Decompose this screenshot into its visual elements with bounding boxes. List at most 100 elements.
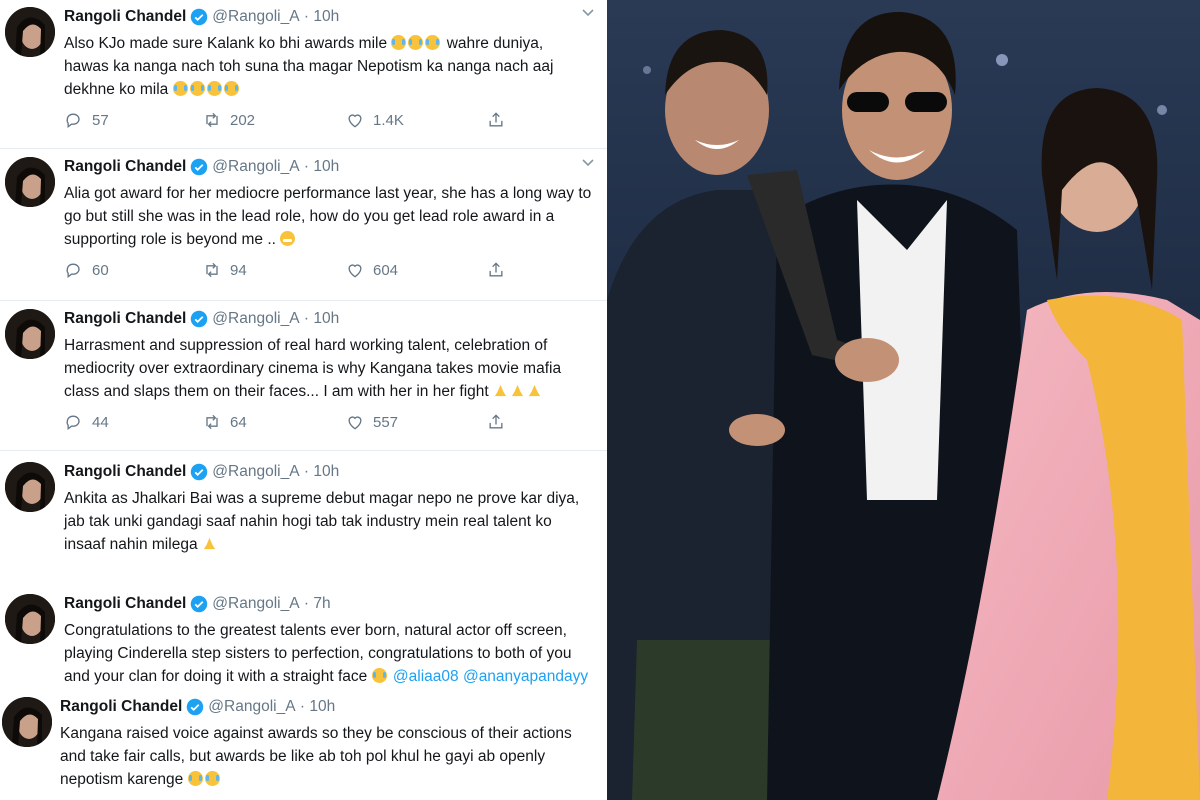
share-button[interactable]: [486, 110, 506, 130]
avatar[interactable]: [5, 462, 55, 512]
tweet-line: Congratulations to the greatest talents …: [64, 622, 567, 639]
author-handle[interactable]: @Rangoli_A: [208, 698, 295, 716]
like-count: 557: [373, 413, 399, 431]
reply-count: 44: [92, 413, 109, 431]
tweet-time[interactable]: 10h: [313, 463, 339, 481]
tweet-line: Ankita as Jhalkari Bai was a supreme deb…: [64, 490, 580, 507]
avatar[interactable]: [2, 697, 52, 747]
retweet-icon: [206, 112, 218, 128]
verified-badge-icon: [190, 158, 208, 176]
tweet-header: Rangoli Chandel @Rangoli_A · 10h: [64, 463, 339, 481]
tweet-time[interactable]: 7h: [313, 595, 330, 613]
tweet-line: dekhne ko mila: [64, 81, 169, 98]
like-count: 1.4K: [373, 111, 404, 129]
share-button[interactable]: [486, 412, 506, 432]
retweet-button[interactable]: 94: [202, 260, 247, 280]
event-photo: [607, 0, 1200, 800]
author-name[interactable]: Rangoli Chandel: [64, 158, 186, 176]
share-icon: [489, 262, 503, 277]
share-button[interactable]: [486, 260, 506, 280]
reply-button[interactable]: 57: [64, 110, 109, 130]
crying-laughing-emoji: [204, 771, 220, 786]
tweet-4[interactable]: Rangoli Chandel @Rangoli_A · 10h Ankita …: [0, 455, 607, 585]
tweet-line: Harrasment and suppression of real hard …: [64, 337, 548, 354]
tweet-line: wahre duniya,: [446, 35, 544, 52]
like-button[interactable]: 604: [345, 260, 398, 280]
retweet-count: 202: [230, 111, 256, 129]
chevron-down-icon[interactable]: [581, 156, 595, 170]
tweet-2[interactable]: Rangoli Chandel @Rangoli_A · 10h Alia go…: [0, 150, 607, 301]
reply-count: 57: [92, 111, 109, 129]
tweet-text: Alia got award for her mediocre performa…: [64, 182, 594, 251]
author-name[interactable]: Rangoli Chandel: [64, 8, 186, 26]
tweet-line: Alia got award for her mediocre performa…: [64, 185, 592, 202]
tweet-text: Kangana raised voice against awards so t…: [60, 722, 590, 791]
separator-dot: ·: [299, 310, 314, 327]
verified-badge-icon: [190, 310, 208, 328]
reply-button[interactable]: 44: [64, 412, 109, 432]
reply-icon: [66, 263, 80, 278]
tweet-time[interactable]: 10h: [313, 158, 339, 176]
mention-link[interactable]: @ananyapandayy: [463, 668, 588, 685]
share-icon: [489, 112, 503, 127]
folded-hands-emoji: [494, 384, 507, 397]
tweet-line: hawas ka nanga nach toh suna tha magar N…: [64, 58, 554, 75]
verified-badge-icon: [190, 463, 208, 481]
reply-count: 60: [92, 261, 109, 279]
crying-laughing-emoji: [189, 81, 205, 96]
author-handle[interactable]: @Rangoli_A: [212, 158, 299, 176]
author-handle[interactable]: @Rangoli_A: [212, 8, 299, 26]
tweet-line: supporting role is beyond me ..: [64, 231, 276, 248]
folded-hands-emoji: [511, 384, 524, 397]
tweet-5[interactable]: Rangoli Chandel @Rangoli_A · 7h Congratu…: [0, 587, 607, 687]
retweet-button[interactable]: 202: [202, 110, 255, 130]
author-name[interactable]: Rangoli Chandel: [64, 595, 186, 613]
author-name[interactable]: Rangoli Chandel: [64, 310, 186, 328]
retweet-count: 64: [230, 413, 247, 431]
retweet-button[interactable]: 64: [202, 412, 247, 432]
crying-laughing-emoji: [425, 35, 441, 50]
tweet-line: nepotism karenge: [60, 771, 184, 788]
tweet-time[interactable]: 10h: [309, 698, 335, 716]
retweet-icon: [206, 414, 218, 430]
tweet-header: Rangoli Chandel @Rangoli_A · 7h: [64, 595, 331, 613]
retweet-icon: [206, 262, 218, 278]
separator-dot: ·: [299, 158, 314, 175]
author-name[interactable]: Rangoli Chandel: [60, 698, 182, 716]
tweet-text: Also KJo made sure Kalank ko bhi awards …: [64, 32, 594, 101]
crying-laughing-emoji: [187, 771, 203, 786]
crying-laughing-emoji: [206, 81, 222, 96]
avatar[interactable]: [5, 594, 55, 644]
reply-icon: [66, 113, 80, 128]
separator-dot: ·: [299, 463, 314, 480]
crying-laughing-emoji: [408, 35, 424, 50]
tweet-line: class and slaps them on their faces... I…: [64, 383, 489, 400]
tweet-header: Rangoli Chandel @Rangoli_A · 10h: [60, 698, 335, 716]
chevron-down-icon[interactable]: [581, 6, 595, 20]
mention-link[interactable]: @aliaa08: [393, 668, 459, 685]
author-handle[interactable]: @Rangoli_A: [212, 595, 299, 613]
tweet-6[interactable]: Rangoli Chandel @Rangoli_A · 10h Kangana…: [0, 690, 607, 800]
tweet-time[interactable]: 10h: [313, 310, 339, 328]
separator-dot: ·: [299, 8, 314, 25]
reply-button[interactable]: 60: [64, 260, 109, 280]
separator-dot: ·: [295, 698, 310, 715]
author-handle[interactable]: @Rangoli_A: [212, 310, 299, 328]
like-button[interactable]: 1.4K: [345, 110, 404, 130]
tweet-time[interactable]: 10h: [313, 8, 339, 26]
avatar[interactable]: [5, 309, 55, 359]
tweet-line: and take fair calls, but awards be like …: [60, 748, 546, 765]
crying-laughing-emoji: [391, 35, 407, 50]
like-button[interactable]: 557: [345, 412, 398, 432]
tweet-column: Rangoli Chandel @Rangoli_A · 10h Also KJ…: [0, 0, 607, 800]
tweet-1[interactable]: Rangoli Chandel @Rangoli_A · 10h Also KJ…: [0, 0, 607, 149]
tweet-3[interactable]: Rangoli Chandel @Rangoli_A · 10h Harrasm…: [0, 302, 607, 451]
tweet-line: jab tak unki gandagi saaf nahin hogi tab…: [64, 513, 552, 530]
author-handle[interactable]: @Rangoli_A: [212, 463, 299, 481]
author-name[interactable]: Rangoli Chandel: [64, 463, 186, 481]
avatar[interactable]: [5, 157, 55, 207]
heart-icon: [348, 114, 362, 128]
avatar[interactable]: [5, 7, 55, 57]
tweet-line: mediocrity over extraordinary cinema is …: [64, 360, 562, 377]
folded-hands-emoji: [528, 384, 541, 397]
